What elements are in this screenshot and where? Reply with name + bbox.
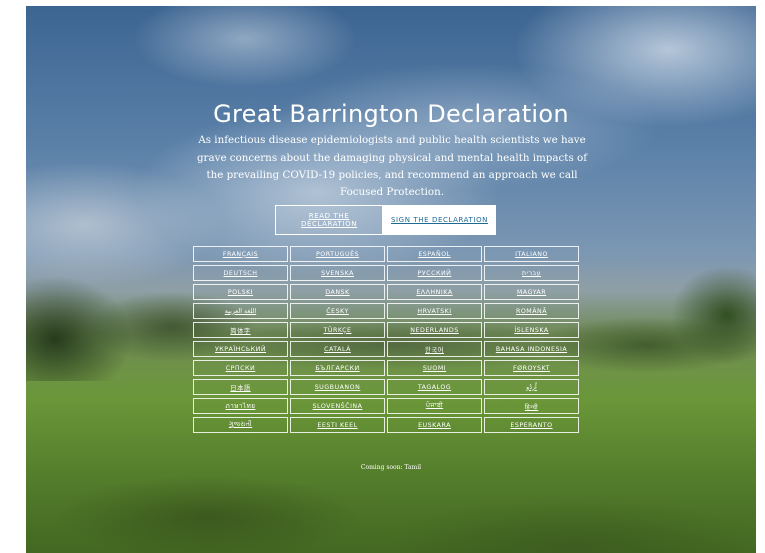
language-link[interactable]: EUSKARA <box>387 417 482 433</box>
language-link[interactable]: BAHASA INDONESIA <box>484 341 579 357</box>
language-link[interactable]: ROMÂNĂ <box>484 303 579 319</box>
sign-declaration-button[interactable]: SIGN THE DECLARATION <box>383 205 496 235</box>
language-link[interactable]: ESPAÑOL <box>387 246 482 262</box>
language-link[interactable]: עברית <box>484 265 579 281</box>
language-link[interactable]: SVENSKA <box>290 265 385 281</box>
language-link[interactable]: FØROYSKT <box>484 360 579 376</box>
language-grid: FRANÇAIS PORTUGUÊS ESPAÑOL ITALIANO DEUTSCH S… <box>193 246 579 433</box>
language-link[interactable]: PORTUGUÊS <box>290 246 385 262</box>
language-link[interactable]: MAGYAR <box>484 284 579 300</box>
language-link[interactable]: TÜRKÇE <box>290 322 385 338</box>
language-link[interactable]: FRANÇAIS <box>193 246 288 262</box>
language-link[interactable]: ESPERANTO <box>484 417 579 433</box>
language-link[interactable]: POLSKI <box>193 284 288 300</box>
language-link[interactable]: 日本語 <box>193 379 288 395</box>
page-title: Great Barrington Declaration <box>213 100 569 129</box>
language-link[interactable]: EESTI KEEL <box>290 417 385 433</box>
language-link[interactable]: NEDERLANDS <box>387 322 482 338</box>
lead-paragraph: As infectious disease epidemiologists an… <box>196 134 588 198</box>
action-buttons: READ THE DECLARATION SIGN THE DECLARATIO… <box>275 205 496 235</box>
language-link[interactable]: ITALIANO <box>484 246 579 262</box>
language-link[interactable]: SUOMI <box>387 360 482 376</box>
language-link[interactable]: ÍSLENSKA <box>484 322 579 338</box>
language-link[interactable]: 简体字 <box>193 322 288 338</box>
language-link[interactable]: DANSK <box>290 284 385 300</box>
language-link[interactable]: ภาษาไทย <box>193 398 288 414</box>
language-link[interactable]: اللغة العربية <box>193 303 288 319</box>
language-link[interactable]: CATALÀ <box>290 341 385 357</box>
language-link[interactable]: 한국어 <box>387 341 482 357</box>
language-link[interactable]: ΕΛΛΗΝΙΚΑ <box>387 284 482 300</box>
coming-soon-note: Coming soon: Tamil <box>360 464 422 471</box>
language-link[interactable]: SUGBUANON <box>290 379 385 395</box>
language-link[interactable]: TAGALOG <box>387 379 482 395</box>
language-link[interactable]: हिन्दी <box>484 398 579 414</box>
hero-background: Great Barrington Declaration As infectio… <box>26 6 756 553</box>
language-link[interactable]: HRVATSKI <box>387 303 482 319</box>
language-link[interactable]: ČESKY <box>290 303 385 319</box>
language-link[interactable]: СРПСКИ <box>193 360 288 376</box>
read-declaration-button[interactable]: READ THE DECLARATION <box>275 205 383 235</box>
language-link[interactable]: РУССКИЙ <box>387 265 482 281</box>
language-link[interactable]: ગુજરાતી <box>193 417 288 433</box>
language-link[interactable]: ਪੰਜਾਬੀ <box>387 398 482 414</box>
language-link[interactable]: SLOVENŠČINA <box>290 398 385 414</box>
language-link[interactable]: УКРАЇНСЬКИЙ <box>193 341 288 357</box>
language-link[interactable]: БЪЛГАРСКИ <box>290 360 385 376</box>
language-link[interactable]: اُردُو <box>484 379 579 395</box>
language-link[interactable]: DEUTSCH <box>193 265 288 281</box>
